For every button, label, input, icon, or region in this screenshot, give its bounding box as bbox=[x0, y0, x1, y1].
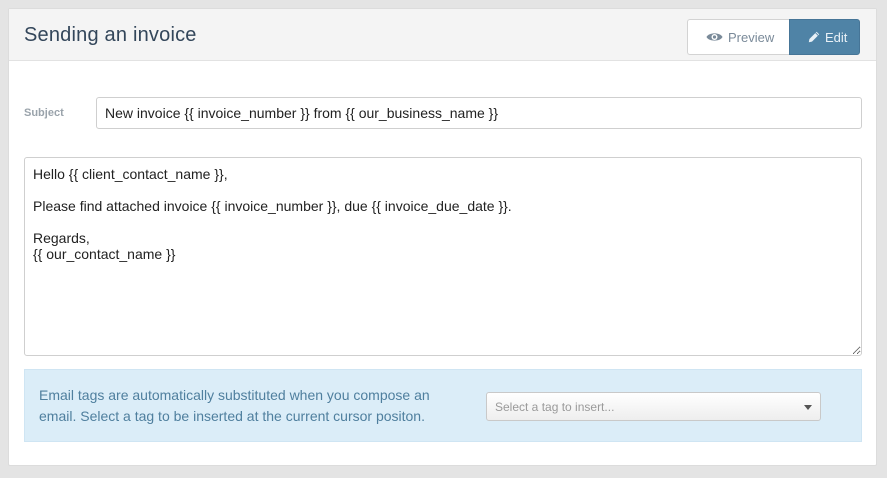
edit-button-label: Edit bbox=[825, 29, 848, 45]
page-title: Sending an invoice bbox=[24, 24, 197, 46]
email-body-textarea[interactable]: Hello {{ client_contact_name }}, Please … bbox=[24, 157, 862, 356]
tag-select-placeholder: Select a tag to insert... bbox=[495, 399, 615, 414]
panel-header: Sending an invoice Preview Edit bbox=[9, 9, 876, 61]
edit-button[interactable]: Edit bbox=[789, 19, 860, 55]
tag-select-dropdown[interactable]: Select a tag to insert... bbox=[486, 392, 821, 421]
preview-button[interactable]: Preview bbox=[687, 19, 789, 55]
pencil-icon bbox=[808, 31, 820, 43]
chevron-down-icon bbox=[804, 405, 812, 410]
email-template-panel: Sending an invoice Preview Edit Subject … bbox=[8, 8, 877, 466]
eye-icon bbox=[706, 31, 723, 43]
subject-input[interactable] bbox=[96, 97, 862, 129]
email-tags-help-text: Email tags are automatically substituted… bbox=[39, 387, 430, 424]
view-mode-toggle: Preview Edit bbox=[687, 19, 860, 55]
preview-button-label: Preview bbox=[728, 29, 775, 45]
email-tags-help-box: Email tags are automatically substituted… bbox=[24, 369, 862, 442]
subject-label: Subject bbox=[24, 107, 64, 119]
